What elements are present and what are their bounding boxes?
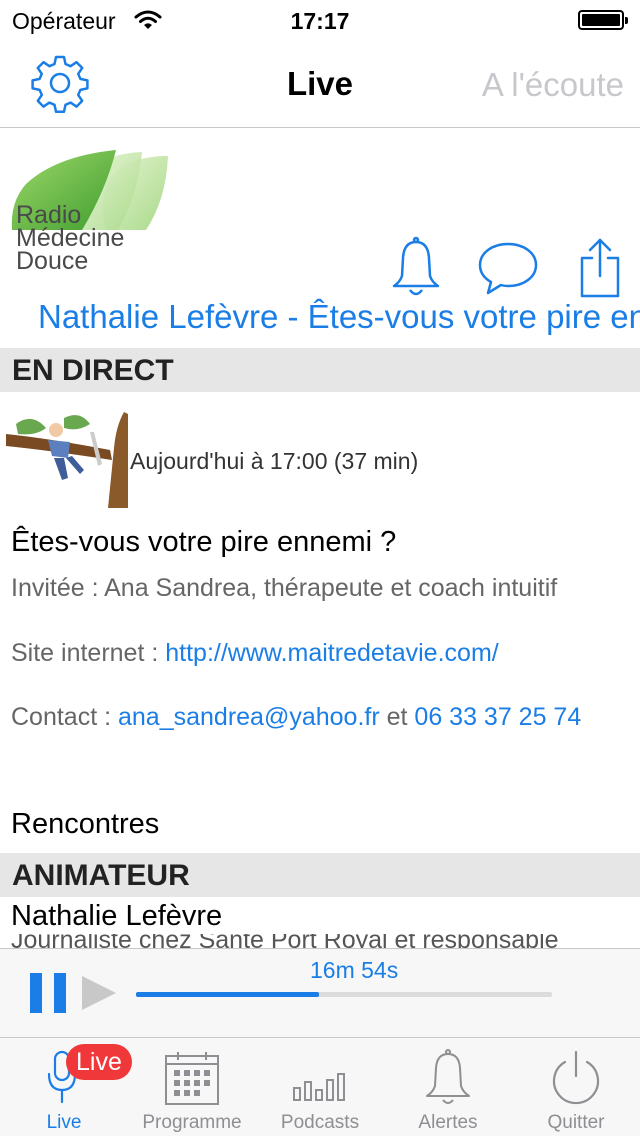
bell-icon	[426, 1049, 470, 1104]
tab-alertes[interactable]: Alertes	[384, 1038, 512, 1136]
audio-player: 16m 54s	[0, 948, 640, 1037]
station-logo: Radio Médecine Douce	[6, 150, 172, 280]
tab-label: Alertes	[418, 1112, 478, 1133]
equalizer-icon	[293, 1073, 345, 1101]
tab-label: Live	[46, 1112, 82, 1133]
tab-label: Podcasts	[280, 1112, 360, 1133]
navigation-bar: Live A l'écoute	[0, 40, 640, 128]
tab-quitter[interactable]: Quitter	[512, 1038, 640, 1136]
chat-bubble-icon[interactable]	[478, 236, 538, 298]
play-icon[interactable]	[82, 976, 116, 1010]
tab-programme[interactable]: Programme	[128, 1038, 256, 1136]
website-label: Site internet :	[11, 639, 166, 667]
tab-bar: Live Live Programme Podcasts Alertes Qui…	[0, 1037, 640, 1136]
host-description: Journaliste chez Santé Port Royal et res…	[11, 934, 559, 948]
website-line: Site internet : http://www.maitredetavie…	[11, 637, 631, 669]
elapsed-time: 16m 54s	[310, 957, 399, 983]
status-time: 17:17	[290, 8, 350, 34]
progress-fill	[136, 992, 320, 997]
battery-icon	[578, 10, 628, 30]
guest-info: Invitée : Ana Sandrea, thérapeute et coa…	[11, 574, 558, 602]
status-bar: Opérateur 17:17	[0, 0, 640, 40]
bell-icon[interactable]	[386, 236, 446, 298]
contact-label: Contact :	[11, 703, 118, 731]
show-thumbnail	[6, 408, 128, 508]
pause-icon[interactable]	[30, 973, 66, 1013]
progress-slider[interactable]	[136, 992, 552, 997]
contact-separator: et	[379, 703, 415, 731]
broadcast-time: Aujourd'hui à 17:00 (37 min)	[130, 448, 419, 474]
power-icon	[552, 1050, 600, 1105]
tab-label: Quitter	[547, 1112, 605, 1133]
contact-email-link[interactable]: ana_sandrea@yahoo.fr	[118, 703, 380, 731]
live-badge: Live	[66, 1044, 132, 1080]
show-title: Êtes-vous votre pire ennemi ?	[11, 526, 397, 558]
contact-phone-link[interactable]: 06 33 37 25 74	[414, 703, 581, 731]
tab-label: Programme	[142, 1112, 242, 1133]
show-category: Rencontres	[11, 808, 160, 840]
now-playing-title: Nathalie Lefèvre - Êtes-vous votre pire …	[38, 298, 640, 335]
now-listening-button[interactable]: A l'écoute	[482, 66, 624, 104]
logo-wordmark: Radio Médecine Douce	[16, 201, 125, 275]
contact-line: Contact : ana_sandrea@yahoo.fr et 06 33 …	[11, 701, 631, 733]
live-section-header: EN DIRECT	[0, 348, 640, 392]
tab-live[interactable]: Live Live	[0, 1038, 132, 1136]
share-icon[interactable]	[570, 236, 630, 298]
website-link[interactable]: http://www.maitredetavie.com/	[165, 639, 498, 667]
tab-podcasts[interactable]: Podcasts	[256, 1038, 384, 1136]
calendar-icon	[165, 1052, 219, 1105]
host-name: Nathalie Lefèvre	[11, 900, 223, 932]
host-section-header: ANIMATEUR	[0, 853, 640, 897]
